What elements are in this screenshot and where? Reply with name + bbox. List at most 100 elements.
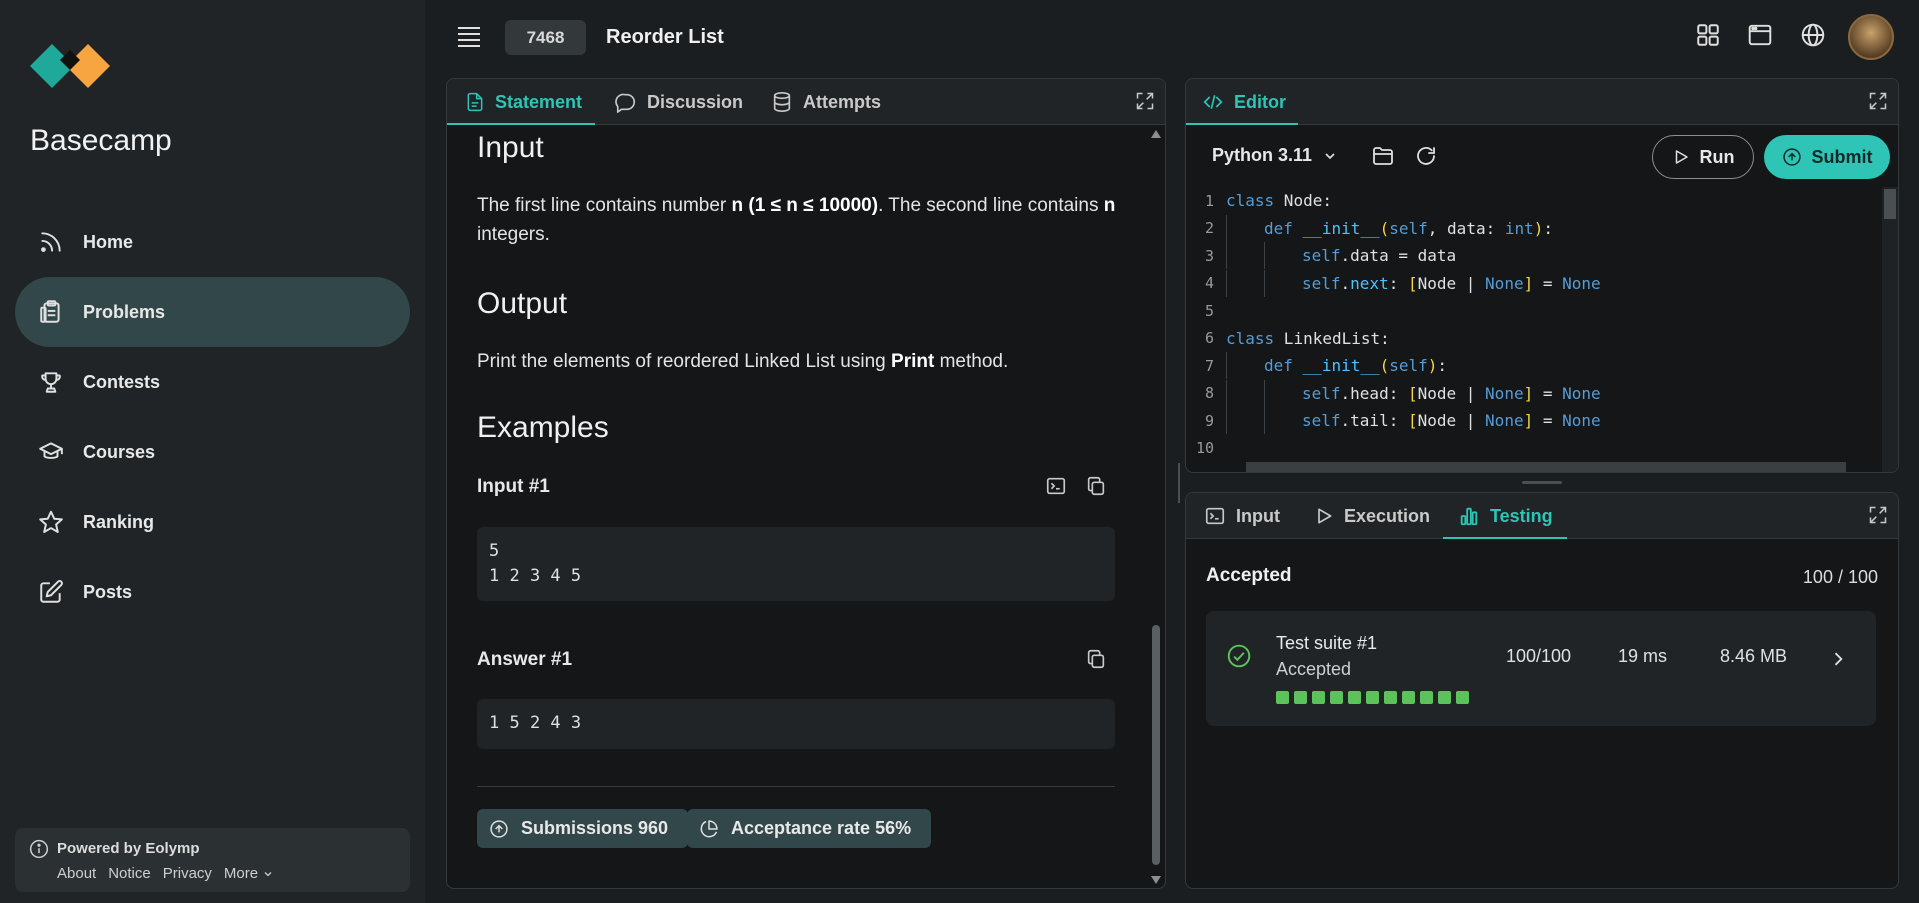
sidebar-item-home[interactable]: Home [15, 207, 410, 277]
code-line: 7 def __init__(self): [1186, 352, 1882, 380]
test-passed-square[interactable] [1384, 691, 1397, 704]
test-passed-square[interactable] [1330, 691, 1343, 704]
sidebar-item-problems[interactable]: Problems [15, 277, 410, 347]
grid-icon[interactable] [1695, 22, 1721, 53]
suite-time: 19 ms [1618, 646, 1668, 666]
copy-icon[interactable] [1085, 648, 1107, 675]
app-root: Basecamp Home Problems Contests Courses [0, 0, 1919, 903]
footer-link-privacy[interactable]: Privacy [163, 865, 212, 882]
code-line: 8 self .head: [Node | None] = None [1186, 379, 1882, 408]
tab-active-indicator [1443, 537, 1567, 539]
tab-label: Attempts [803, 91, 882, 112]
output-description: Print the elements of reordered Linked L… [477, 351, 1009, 372]
footer-link-notice[interactable]: Notice [108, 865, 151, 882]
acceptance-rate-badge[interactable]: Acceptance rate 56% [687, 809, 932, 848]
test-passed-square[interactable] [1456, 691, 1469, 704]
test-passed-square[interactable] [1438, 691, 1451, 704]
test-suite-row[interactable]: Test suite #1 Accepted 100/100 19 ms 8.4… [1206, 611, 1876, 726]
row-splitter[interactable] [1522, 481, 1562, 484]
scroll-up-icon[interactable] [1150, 129, 1162, 139]
verdict-title: Accepted [1206, 565, 1292, 586]
test-passed-square[interactable] [1348, 691, 1361, 704]
sidebar-item-label: Problems [83, 301, 166, 322]
input-example-box[interactable]: 5 1 2 3 4 5 [477, 527, 1115, 601]
expand-icon[interactable] [1868, 91, 1888, 116]
answer-example-box[interactable]: 1 5 2 4 3 [477, 699, 1115, 749]
panel-splitter[interactable] [1175, 463, 1183, 503]
browser-window-icon[interactable] [1747, 22, 1773, 53]
tab-label: Testing [1490, 505, 1553, 526]
sidebar-item-label: Courses [83, 441, 156, 462]
scroll-down-icon[interactable] [1150, 875, 1162, 885]
footer-link-about[interactable]: About [57, 865, 96, 882]
sidebar-item-contests[interactable]: Contests [15, 347, 410, 417]
info-icon [29, 839, 49, 864]
tab-label: Input [1236, 505, 1280, 526]
code-line: 1 class Node: [1204, 191, 1332, 211]
sidebar-item-label: Ranking [83, 511, 155, 532]
edit-icon [37, 578, 65, 606]
test-passed-square[interactable] [1294, 691, 1307, 704]
terminal-icon[interactable] [1045, 475, 1067, 502]
tab-execution[interactable]: Execution [1314, 493, 1430, 539]
globe-icon[interactable] [1800, 22, 1826, 53]
submissions-badge[interactable]: Submissions 960 [477, 809, 689, 848]
copy-icon[interactable] [1085, 475, 1107, 502]
code-icon [1202, 92, 1224, 112]
vertical-scrollbar[interactable] [1882, 187, 1898, 472]
expand-icon[interactable] [1135, 91, 1155, 116]
sidebar-item-ranking[interactable]: Ranking [15, 487, 410, 557]
sidebar-item-posts[interactable]: Posts [15, 557, 410, 627]
test-passed-square[interactable] [1420, 691, 1433, 704]
trophy-icon [37, 368, 65, 396]
horizontal-scrollbar[interactable] [1246, 462, 1846, 472]
code-line: 4 self. next: [Node | None] = None [1186, 269, 1882, 298]
suite-status: Accepted [1276, 659, 1352, 679]
test-passed-square[interactable] [1312, 691, 1325, 704]
basecamp-logo[interactable] [30, 38, 110, 98]
problem-id-badge: 7468 [505, 20, 586, 55]
editor-tabbar: Editor [1186, 79, 1898, 125]
test-passed-square[interactable] [1276, 691, 1289, 704]
test-passed-square[interactable] [1402, 691, 1415, 704]
scrollbar-thumb[interactable] [1884, 189, 1896, 219]
total-score: 100 / 100 [1802, 567, 1878, 587]
run-button[interactable]: Run [1652, 135, 1754, 179]
chat-bubble-icon [615, 91, 637, 113]
statement-scrollbar[interactable] [1149, 127, 1163, 887]
language-select[interactable]: Python 3.11 [1212, 145, 1338, 166]
footer-link-more[interactable]: More [224, 865, 274, 882]
examples-heading: Examples [477, 411, 609, 444]
tab-attempts[interactable]: Attempts [771, 79, 881, 125]
input-heading: Input [477, 131, 544, 164]
chevron-right-icon[interactable] [1828, 649, 1848, 674]
chevron-down-icon [264, 871, 272, 876]
check-circle-icon [1226, 643, 1252, 674]
menu-icon[interactable] [456, 24, 482, 53]
tab-input[interactable]: Input [1204, 493, 1280, 539]
test-result-squares [1276, 691, 1469, 704]
bar-chart-icon [1458, 505, 1480, 527]
pie-chart-icon [699, 819, 719, 839]
powered-by: Powered by Eolymp [57, 840, 200, 857]
test-passed-square[interactable] [1366, 691, 1379, 704]
folder-icon[interactable] [1371, 144, 1395, 173]
sidebar-item-courses[interactable]: Courses [15, 417, 410, 487]
tab-testing[interactable]: Testing [1458, 493, 1553, 539]
arrow-up-circle-icon [1782, 148, 1801, 166]
avatar[interactable] [1848, 14, 1894, 60]
graduation-cap-icon [37, 438, 65, 466]
code-editor[interactable]: 1 class Node: 2 def __init__(self, data: i… [1186, 187, 1882, 472]
statement-panel: Statement Discussion Attempts Input The … [446, 78, 1166, 889]
testing-tabbar: Input Execution Testing [1186, 493, 1898, 539]
expand-icon[interactable] [1868, 505, 1888, 530]
code-line: 10 [1195, 439, 1214, 458]
submit-button[interactable]: Submit [1764, 135, 1890, 179]
tab-statement[interactable]: Statement [465, 79, 582, 125]
submissions-label: Submissions 960 [521, 818, 669, 838]
refresh-icon[interactable] [1414, 144, 1438, 173]
tab-discussion[interactable]: Discussion [615, 79, 743, 125]
tab-editor[interactable]: Editor [1202, 79, 1286, 125]
scrollbar-thumb[interactable] [1152, 625, 1160, 865]
input-description: The first line contains number n (1 ≤ n … [477, 195, 1116, 245]
